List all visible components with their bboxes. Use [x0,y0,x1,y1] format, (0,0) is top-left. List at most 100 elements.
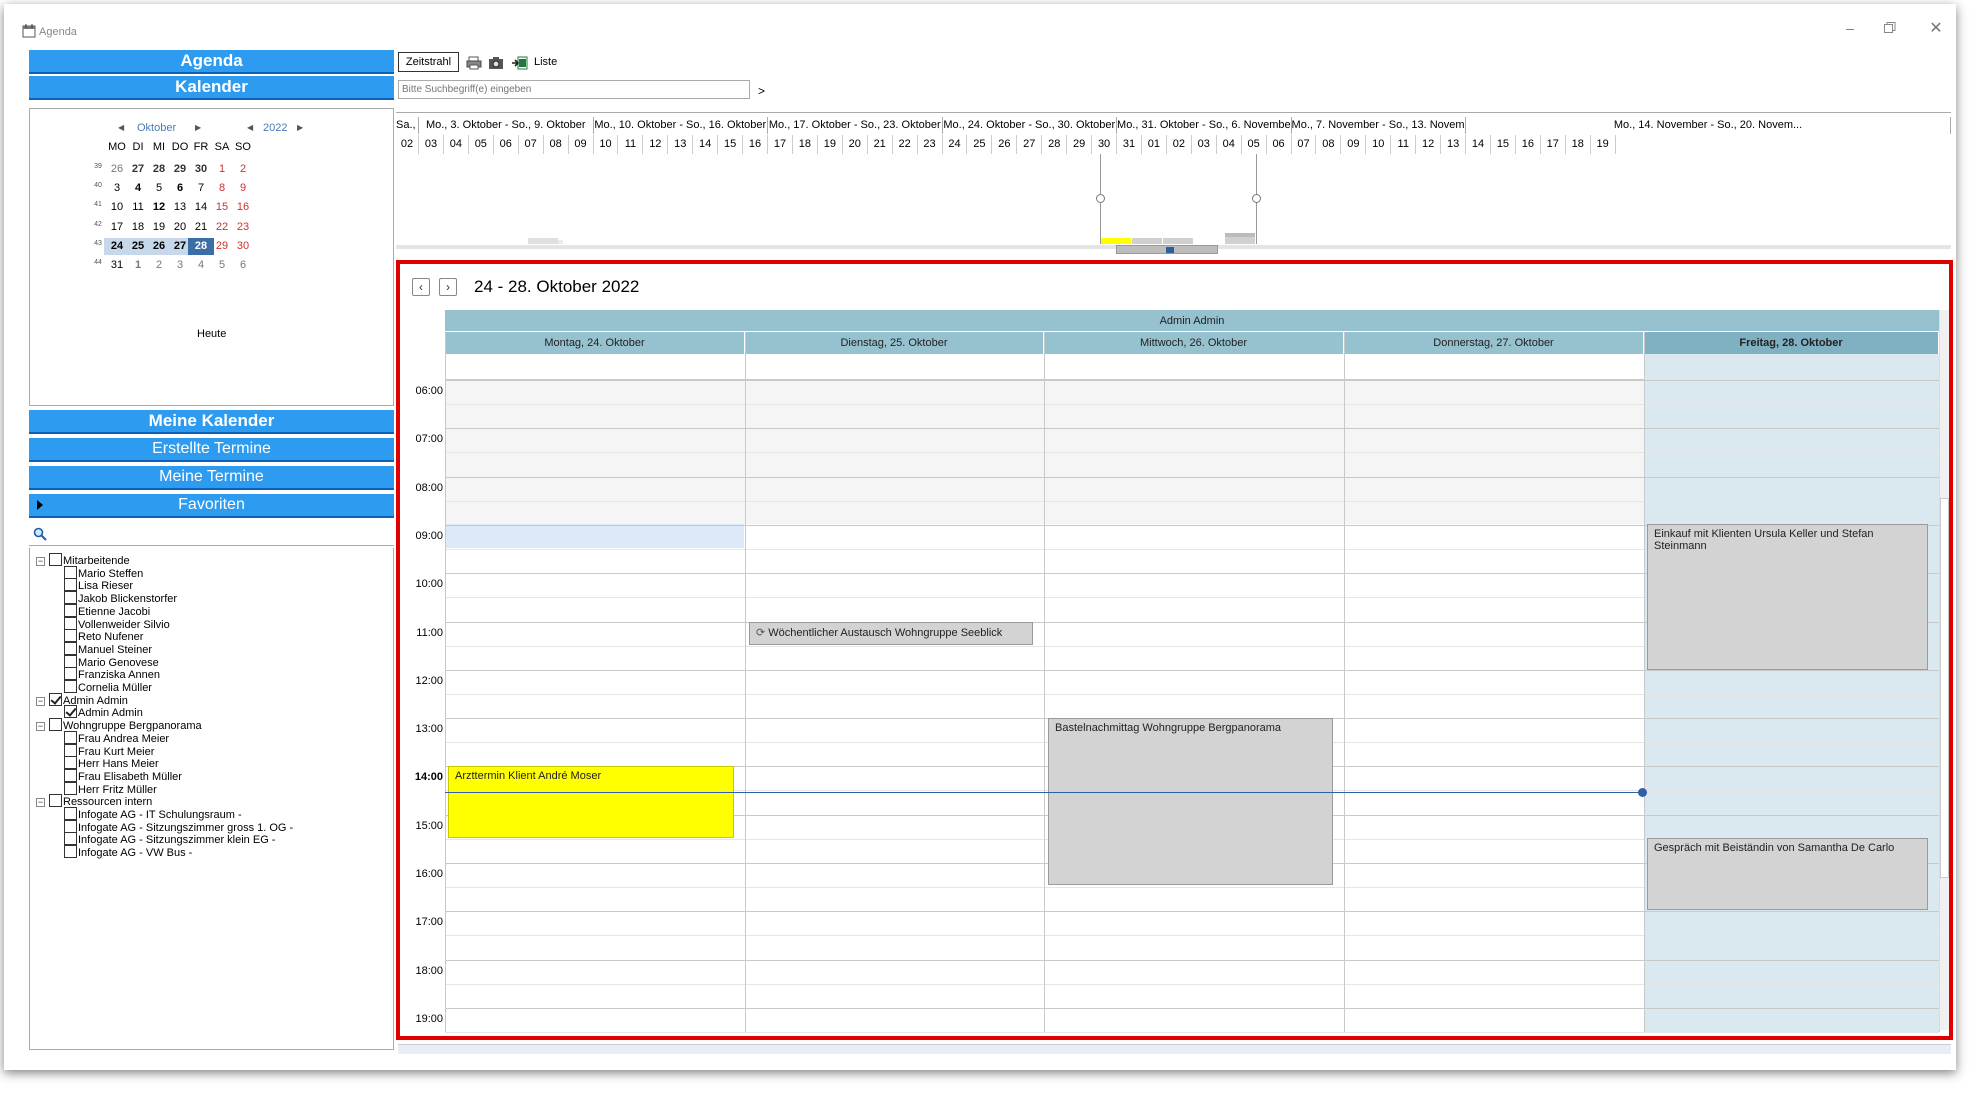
timeline-day[interactable]: 19 [818,135,843,154]
timeline-day[interactable]: 12 [1416,135,1442,154]
tree-checkbox[interactable] [64,832,77,846]
timeline-day[interactable]: 02 [1167,135,1192,154]
meine-termine-button[interactable]: Meine Termine [29,466,394,490]
timeline-week[interactable]: Mo., 10. Oktober - So., 16. Oktober [594,117,768,134]
timeline-day[interactable]: 22 [893,135,918,154]
timeline-day[interactable]: 03 [1192,135,1217,154]
meine-kalender-button[interactable]: Meine Kalender [29,410,394,434]
agenda-button[interactable]: Agenda [29,50,394,74]
tree-checkbox[interactable] [64,629,77,643]
tree-checkbox[interactable] [64,680,77,693]
timeline-day[interactable]: 11 [618,135,644,154]
timeline-day[interactable]: 18 [1566,135,1591,154]
timeline-week[interactable]: Mo., 3. Oktober - So., 9. Oktober [419,117,594,134]
timeline-day[interactable]: 10 [594,135,619,154]
collapse-icon[interactable]: − [36,722,45,732]
timeline-day[interactable]: 09 [569,135,594,154]
next-year-icon[interactable]: ▶ [297,123,303,132]
tree-checkbox[interactable] [64,756,77,770]
print-icon[interactable] [466,56,482,70]
tree-checkbox[interactable] [64,654,77,668]
timeline-day[interactable]: 17 [1541,135,1566,154]
tree-checkbox[interactable] [64,705,77,719]
timeline-day[interactable]: 27 [1017,135,1043,154]
tree-checkbox[interactable] [64,768,77,782]
next-month-icon[interactable]: ▶ [195,123,201,132]
tree-checkbox[interactable] [49,794,62,808]
timeline-week[interactable]: Sa., ... [396,117,419,134]
timeline-week[interactable]: Mo., 31. Oktober - So., 6. November [1117,117,1292,134]
timeline-day[interactable]: 04 [1217,135,1242,154]
export-excel-icon[interactable] [512,56,528,70]
timeline-day[interactable]: 07 [519,135,544,154]
tree-checkbox[interactable] [49,553,62,566]
timeline-day[interactable]: 06 [1267,135,1292,154]
timeline-day[interactable]: 14 [693,135,719,154]
tree-checkbox[interactable] [64,641,77,655]
timeline-week[interactable]: Mo., 24. Oktober - So., 30. Oktober [943,117,1118,134]
calendar-day[interactable]: 16 [230,199,256,216]
erstellte-termine-button[interactable]: Erstellte Termine [29,438,394,462]
timeline-day[interactable]: 16 [743,135,768,154]
timeline-day[interactable]: 20 [843,135,868,154]
tree-checkbox[interactable] [64,807,77,820]
tree-checkbox[interactable] [64,819,77,833]
timeline-day[interactable]: 16 [1516,135,1541,154]
tree-checkbox[interactable] [64,667,77,681]
timeline-day[interactable]: 23 [918,135,943,154]
timeline-day[interactable]: 12 [643,135,669,154]
tree-checkbox[interactable] [64,781,77,795]
range-end-handle[interactable] [1252,194,1261,203]
tree-checkbox[interactable] [64,845,77,859]
timeline-day[interactable]: 29 [1067,135,1093,154]
prev-year-icon[interactable]: ◀ [247,123,253,132]
tree-checkbox[interactable] [64,578,77,592]
timeline-day[interactable]: 06 [494,135,519,154]
calendar-day[interactable]: 6 [230,257,256,274]
range-start-handle[interactable] [1096,194,1105,203]
calendar-day[interactable]: 9 [230,180,256,197]
tree-node[interactable]: Infogate AG - VW Bus - [64,845,192,861]
timeline-day[interactable]: 19 [1591,135,1616,154]
timeline-week[interactable]: Mo., 7. November - So., 13. November [1292,117,1467,134]
timeline-day[interactable]: 08 [544,135,569,154]
zeitstrahl-button[interactable]: Zeitstrahl [398,52,459,72]
timeline-day[interactable]: 28 [1042,135,1068,154]
close-icon[interactable]: ✕ [1926,18,1946,38]
year-label[interactable]: 2022 [263,122,287,134]
today-button[interactable]: Heute [197,328,226,340]
tree-checkbox[interactable] [64,743,77,757]
calendar-day[interactable]: 30 [230,238,256,255]
search-input[interactable] [398,80,750,99]
timeline-day[interactable]: 07 [1292,135,1317,154]
timeline-day[interactable]: 11 [1391,135,1417,154]
favoriten-button[interactable]: Favoriten [29,494,394,518]
timeline-week[interactable]: Mo., 17. Oktober - So., 23. Oktober [768,117,943,134]
calendar-day[interactable]: 23 [230,219,256,236]
tree-checkbox[interactable] [49,718,62,732]
timeline-day[interactable]: 03 [419,135,444,154]
tree-search-bar[interactable] [29,522,394,546]
timeline-day[interactable]: 13 [1441,135,1467,154]
timeline-day[interactable]: 05 [1242,135,1267,154]
kalender-button[interactable]: Kalender [29,76,394,100]
timeline-day[interactable]: 31 [1117,135,1142,154]
collapse-icon[interactable]: − [36,557,45,566]
search-go-button[interactable]: > [758,84,765,98]
collapse-icon[interactable]: − [36,798,45,808]
tree-checkbox[interactable] [49,692,62,706]
collapse-icon[interactable]: − [36,696,45,706]
timeline-day[interactable]: 02 [396,135,419,154]
timeline-day[interactable]: 24 [943,135,968,154]
timeline-day[interactable]: 13 [668,135,694,154]
timeline-day[interactable]: 08 [1316,135,1342,154]
timeline-day[interactable]: 14 [1466,135,1491,154]
calendar-day[interactable]: 2 [230,161,256,178]
minimize-icon[interactable]: – [1840,20,1860,40]
timeline-day[interactable]: 30 [1092,135,1118,154]
timeline-day[interactable]: 09 [1341,135,1367,154]
timeline-overview[interactable] [396,154,1951,254]
tree-checkbox[interactable] [64,730,77,744]
month-label[interactable]: Oktober [137,122,176,134]
timeline-day[interactable]: 17 [768,135,793,154]
